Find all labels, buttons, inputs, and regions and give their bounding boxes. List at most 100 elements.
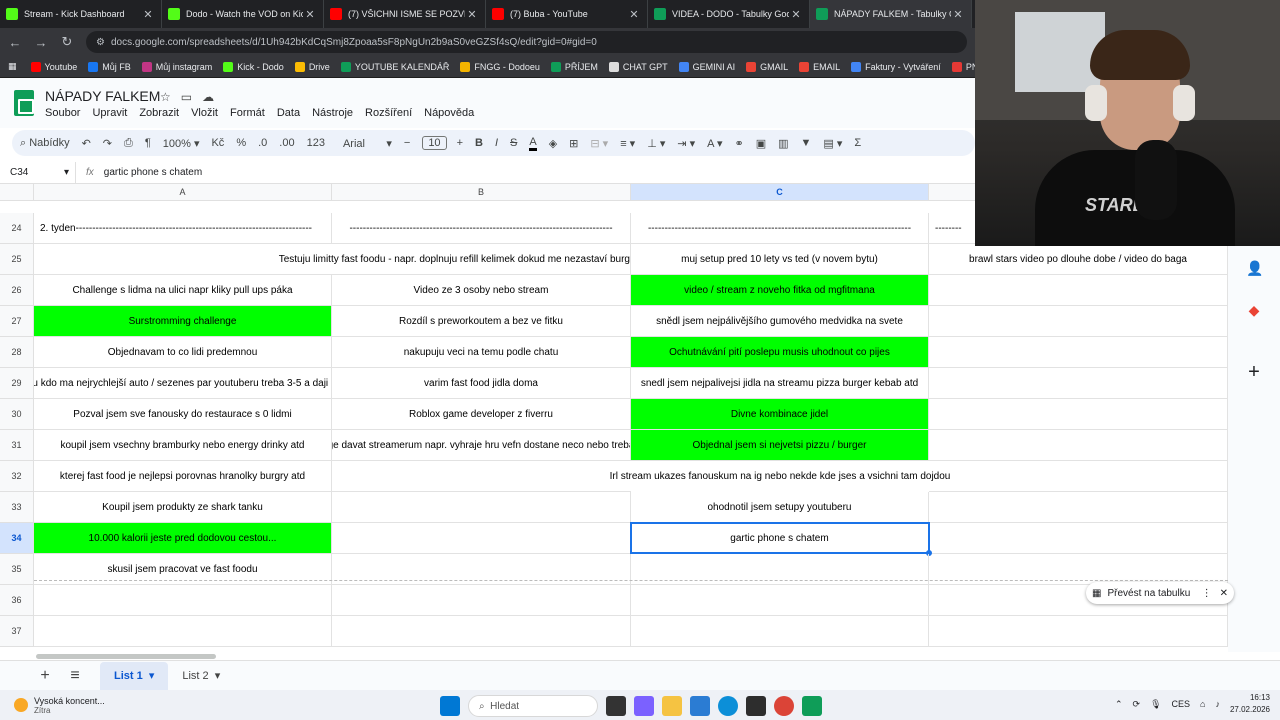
row-header[interactable]: 27 — [0, 306, 34, 337]
cell[interactable] — [929, 523, 1228, 554]
cell[interactable]: Objednavam to co lidi predemnou — [34, 337, 332, 368]
close-icon[interactable]: ✕ — [465, 8, 479, 21]
name-box[interactable]: C34 ▾ — [0, 162, 76, 183]
sheets-app-icon[interactable] — [802, 696, 822, 716]
apps-icon[interactable]: ▦ — [8, 61, 17, 72]
currency-format-button[interactable]: Kč — [211, 137, 224, 149]
vertical-align-icon[interactable]: ⊥ ▾ — [647, 137, 665, 150]
cell[interactable]: ----------------------------------------… — [631, 213, 929, 244]
row-header[interactable]: 37 — [0, 616, 34, 647]
spreadsheet-grid[interactable]: A B C 24 2. tyden-----------------------… — [0, 184, 1228, 652]
browser-tab[interactable]: (7) VŠICHNI ISME SE POZVRAC✕ — [324, 0, 486, 28]
cell[interactable]: muj setup pred 10 lety vs ted (v novem b… — [631, 244, 929, 275]
merge-cells-icon[interactable]: ⊟ ▾ — [590, 137, 608, 150]
more-options-icon[interactable]: ⋮ — [1202, 588, 1212, 599]
row-header[interactable]: 30 — [0, 399, 34, 430]
cell-overflow[interactable]: Testuju limitty fast foodu - napr. dopln… — [34, 244, 631, 275]
bookmark[interactable]: Můj FB — [88, 61, 131, 72]
cell[interactable]: video / stream z noveho fitka od mgfitma… — [631, 275, 929, 306]
browser-tab[interactable]: VIDEA - DODO - Tabulky Googl ✕ — [648, 0, 810, 28]
cell[interactable]: ge davat streamerum napr. vyhraje hru ve… — [332, 430, 631, 461]
menu-file[interactable]: Soubor — [45, 107, 80, 119]
taskbar-search[interactable]: ⌕ Hledat — [468, 695, 598, 717]
browser-tab[interactable]: Stream - Kick Dashboard ✕ — [0, 0, 162, 28]
menu-insert[interactable]: Vložit — [191, 107, 218, 119]
cell[interactable] — [34, 616, 332, 647]
text-wrap-icon[interactable]: ⇥ ▾ — [677, 137, 695, 150]
bookmark[interactable]: FNGG - Dodoeu — [460, 61, 540, 72]
comment-icon[interactable]: ▣ — [756, 137, 766, 150]
bookmark[interactable]: Kick - Dodo — [223, 61, 284, 72]
file-explorer-icon[interactable] — [662, 696, 682, 716]
windows-start-icon[interactable] — [440, 696, 460, 716]
bookmark[interactable]: Drive — [294, 61, 330, 72]
bookmark[interactable]: GMAIL — [746, 61, 788, 72]
undo-icon[interactable]: ↶ — [82, 137, 91, 150]
row-header[interactable]: 33 — [0, 492, 34, 523]
sheet-tab-list1[interactable]: List 1 ▾ — [100, 661, 169, 690]
column-header-a[interactable]: A — [34, 184, 332, 201]
cell[interactable] — [631, 616, 929, 647]
paint-format-icon[interactable]: ¶ — [145, 137, 151, 149]
strikethrough-icon[interactable]: S — [510, 137, 517, 149]
move-folder-icon[interactable]: ▭ — [181, 90, 192, 104]
row-header[interactable]: 36 — [0, 585, 34, 616]
row-header[interactable]: 24 — [0, 213, 34, 244]
cell[interactable]: Objednal jsem si nejvetsi pizzu / burger — [631, 430, 929, 461]
menu-help[interactable]: Nápověda — [424, 107, 474, 119]
number-format-button[interactable]: 123 — [307, 137, 325, 149]
browser-tab[interactable]: (7) Buba - YouTube ✕ — [486, 0, 648, 28]
menu-tools[interactable]: Nástroje — [312, 107, 353, 119]
network-icon[interactable]: ⌂ — [1200, 699, 1205, 709]
row-header[interactable]: 26 — [0, 275, 34, 306]
filter-views-icon[interactable]: ▤ ▾ — [823, 137, 842, 150]
row-header[interactable]: 29 — [0, 368, 34, 399]
cell[interactable]: Challenge s lidma na ulici napr kliky pu… — [34, 275, 332, 306]
copilot-icon[interactable] — [634, 696, 654, 716]
cell[interactable] — [332, 523, 631, 554]
cell[interactable] — [929, 337, 1228, 368]
bookmark[interactable]: Faktury - Vytváření — [851, 61, 941, 72]
cell[interactable]: 2. tyden--------------------------------… — [34, 213, 332, 244]
cell[interactable]: Divne kombinace jidel — [631, 399, 929, 430]
bookmark[interactable]: Můj instagram — [141, 61, 212, 72]
close-icon[interactable]: ✕ — [1220, 588, 1228, 599]
cell[interactable]: kterej fast food je nejlepsi porovnas hr… — [34, 461, 332, 492]
cell[interactable] — [929, 275, 1228, 306]
cell[interactable]: Video ze 3 osoby nebo stream — [332, 275, 631, 306]
row-header[interactable]: 31 — [0, 430, 34, 461]
maps-icon[interactable]: ◆ — [1246, 302, 1262, 318]
cell[interactable] — [332, 492, 631, 523]
cell[interactable] — [929, 616, 1228, 647]
cloud-status-icon[interactable]: ☁ — [202, 90, 214, 104]
cell[interactable]: snedl jsem nejpalivejsi jidla na streamu… — [631, 368, 929, 399]
redo-icon[interactable]: ↷ — [103, 137, 112, 150]
address-bar[interactable]: ⚙ docs.google.com/spreadsheets/d/1Uh942bK… — [86, 31, 967, 53]
add-icon[interactable]: + — [1246, 362, 1262, 382]
browser-tab[interactable]: Dodo - Watch the VOD on Kick ✕ — [162, 0, 324, 28]
star-icon[interactable]: ☆ — [160, 90, 171, 104]
convert-to-table-chip[interactable]: ▦ Převést na tabulku ⋮ ✕ — [1086, 582, 1234, 604]
cell[interactable] — [929, 461, 1228, 492]
back-icon[interactable]: ← — [4, 35, 26, 50]
row-header[interactable]: 25 — [0, 244, 34, 275]
cell[interactable]: snědl jsem nejpálivějšího gumového medvi… — [631, 306, 929, 337]
zoom-select[interactable]: 100% ▾ — [163, 137, 200, 150]
menu-data[interactable]: Data — [277, 107, 300, 119]
contacts-icon[interactable]: 👤 — [1246, 260, 1263, 276]
bookmark[interactable]: EMAIL — [799, 61, 840, 72]
language-indicator[interactable]: CES — [1172, 699, 1191, 709]
menu-view[interactable]: Zobrazit — [139, 107, 179, 119]
bookmark[interactable]: GEMINI AI — [678, 61, 735, 72]
column-header-b[interactable]: B — [332, 184, 631, 201]
chrome-icon[interactable] — [774, 696, 794, 716]
cell[interactable] — [929, 399, 1228, 430]
menu-format[interactable]: Formát — [230, 107, 265, 119]
cell[interactable]: Surstromming challenge — [34, 306, 332, 337]
chart-icon[interactable]: ▥ — [778, 137, 788, 150]
volume-icon[interactable]: ♪ — [1215, 699, 1220, 709]
bold-icon[interactable]: B — [475, 137, 483, 149]
menu-extensions[interactable]: Rozšíření — [365, 107, 412, 119]
cell[interactable]: ru kdo ma nejrychlejší auto / sezenes pa… — [34, 368, 332, 399]
cell[interactable]: 10.000 kalorii jeste pred dodovou cestou… — [34, 523, 332, 554]
